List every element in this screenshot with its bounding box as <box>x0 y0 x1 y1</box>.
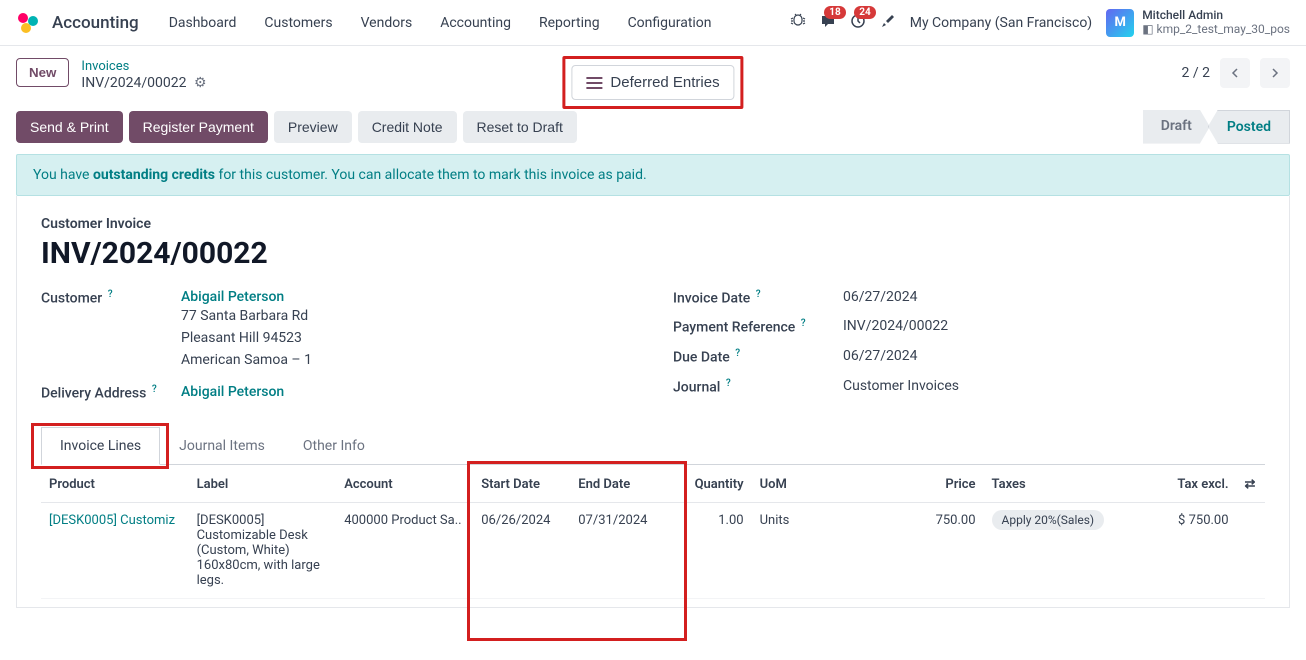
user-db: ◧ kmp_2_test_may_30_pos <box>1142 23 1290 36</box>
line-price[interactable]: 750.00 <box>825 503 983 599</box>
customer-link[interactable]: Abigail Peterson <box>181 289 284 305</box>
nav-dashboard[interactable]: Dashboard <box>159 11 247 35</box>
label-delivery: Delivery Address ? <box>41 384 181 402</box>
delivery-link[interactable]: Abigail Peterson <box>181 384 284 400</box>
nav-vendors[interactable]: Vendors <box>351 11 423 35</box>
hamburger-icon <box>586 77 602 89</box>
user-menu[interactable]: M Mitchell Admin ◧ kmp_2_test_may_30_pos <box>1106 9 1290 37</box>
preview-button[interactable]: Preview <box>274 111 352 143</box>
gear-icon[interactable]: ⚙ <box>194 75 207 91</box>
app-logo <box>16 11 40 35</box>
col-taxes[interactable]: Taxes <box>984 467 1132 503</box>
tab-journal-items[interactable]: Journal Items <box>160 427 284 464</box>
label-customer: Customer ? <box>41 289 181 372</box>
value-journal[interactable]: Customer Invoices <box>843 378 1265 396</box>
pager-counter[interactable]: 2 / 2 <box>1182 65 1210 81</box>
customer-address: 77 Santa Barbara Rd Pleasant Hill 94523 … <box>181 305 633 372</box>
avatar: M <box>1106 9 1134 37</box>
invoice-lines-table: Product Label Account Start Date End Dat… <box>41 467 1265 599</box>
debug-icon[interactable] <box>790 13 806 33</box>
reset-draft-button[interactable]: Reset to Draft <box>463 111 577 143</box>
label-journal: Journal ? <box>673 378 843 396</box>
company-switcher[interactable]: My Company (San Francisco) <box>910 15 1092 31</box>
messages-badge: 18 <box>824 6 845 19</box>
activities-badge: 24 <box>854 6 875 19</box>
label-invoice-date: Invoice Date ? <box>673 289 843 307</box>
line-tax-excl: $ 750.00 <box>1131 503 1236 599</box>
top-nav: Accounting Dashboard Customers Vendors A… <box>0 0 1306 46</box>
tools-icon[interactable] <box>880 13 896 33</box>
status-posted[interactable]: Posted <box>1208 110 1290 144</box>
tab-other-info[interactable]: Other Info <box>284 427 384 464</box>
line-end-date[interactable]: 07/31/2024 <box>570 503 667 599</box>
nav-reporting[interactable]: Reporting <box>529 11 610 35</box>
nav-configuration[interactable]: Configuration <box>618 11 722 35</box>
line-start-date[interactable]: 06/26/2024 <box>473 503 570 599</box>
highlight-deferred: Deferred Entries <box>562 56 743 109</box>
line-uom[interactable]: Units <box>752 503 826 599</box>
col-uom[interactable]: UoM <box>752 467 826 503</box>
value-invoice-date[interactable]: 06/27/2024 <box>843 289 1265 307</box>
pager-next[interactable] <box>1260 58 1290 88</box>
credit-note-button[interactable]: Credit Note <box>358 111 457 143</box>
col-end-date[interactable]: End Date <box>570 467 667 503</box>
control-bar: New Invoices INV/2024/00022 ⚙ Deferred E… <box>0 46 1306 100</box>
tab-invoice-lines[interactable]: Invoice Lines <box>41 427 160 465</box>
breadcrumb-current: INV/2024/00022 <box>81 75 186 91</box>
line-product[interactable]: [DESK0005] Customiz <box>49 513 175 528</box>
value-payment-ref[interactable]: INV/2024/00022 <box>843 318 1265 336</box>
nav-customers[interactable]: Customers <box>254 11 342 35</box>
col-label[interactable]: Label <box>189 467 337 503</box>
col-tax-excl[interactable]: Tax excl. <box>1131 467 1236 503</box>
nav-accounting[interactable]: Accounting <box>430 11 521 35</box>
col-product[interactable]: Product <box>41 467 189 503</box>
pager: 2 / 2 <box>1182 58 1290 88</box>
col-price[interactable]: Price <box>825 467 983 503</box>
systray: 18 24 My Company (San Francisco) M Mitch… <box>790 9 1290 37</box>
value-due-date[interactable]: 06/27/2024 <box>843 348 1265 366</box>
form-title: INV/2024/00022 <box>41 236 1265 271</box>
label-due-date: Due Date ? <box>673 348 843 366</box>
column-options-icon[interactable]: ⇄ <box>1237 467 1265 503</box>
send-print-button[interactable]: Send & Print <box>16 111 123 143</box>
line-label[interactable]: [DESK0005] Customizable Desk (Custom, Wh… <box>189 503 337 599</box>
col-quantity[interactable]: Quantity <box>667 467 751 503</box>
line-account[interactable]: 400000 Product Sa.. <box>336 503 473 599</box>
form-card: Customer Invoice INV/2024/00022 Customer… <box>16 196 1290 609</box>
tabs: Invoice Lines Journal Items Other Info <box>41 427 1265 465</box>
breadcrumb: Invoices INV/2024/00022 ⚙ <box>81 58 206 92</box>
activities-icon[interactable]: 24 <box>850 13 866 33</box>
register-payment-button[interactable]: Register Payment <box>129 111 268 143</box>
form-subtitle: Customer Invoice <box>41 216 1265 232</box>
outstanding-credits-banner: You have outstanding credits for this cu… <box>16 154 1290 196</box>
line-tax-pill[interactable]: Apply 20%(Sales) <box>992 510 1105 530</box>
col-account[interactable]: Account <box>336 467 473 503</box>
breadcrumb-parent[interactable]: Invoices <box>81 59 129 74</box>
status-bar: Draft Posted <box>1143 110 1290 144</box>
line-quantity[interactable]: 1.00 <box>667 503 751 599</box>
status-draft[interactable]: Draft <box>1143 110 1210 144</box>
label-payment-ref: Payment Reference ? <box>673 318 843 336</box>
table-row[interactable]: [DESK0005] Customiz [DESK0005] Customiza… <box>41 503 1265 599</box>
deferred-entries-button[interactable]: Deferred Entries <box>571 65 734 100</box>
messages-icon[interactable]: 18 <box>820 13 836 33</box>
col-start-date[interactable]: Start Date <box>473 467 570 503</box>
pager-prev[interactable] <box>1220 58 1250 88</box>
app-name[interactable]: Accounting <box>52 13 139 33</box>
new-button[interactable]: New <box>16 58 69 87</box>
